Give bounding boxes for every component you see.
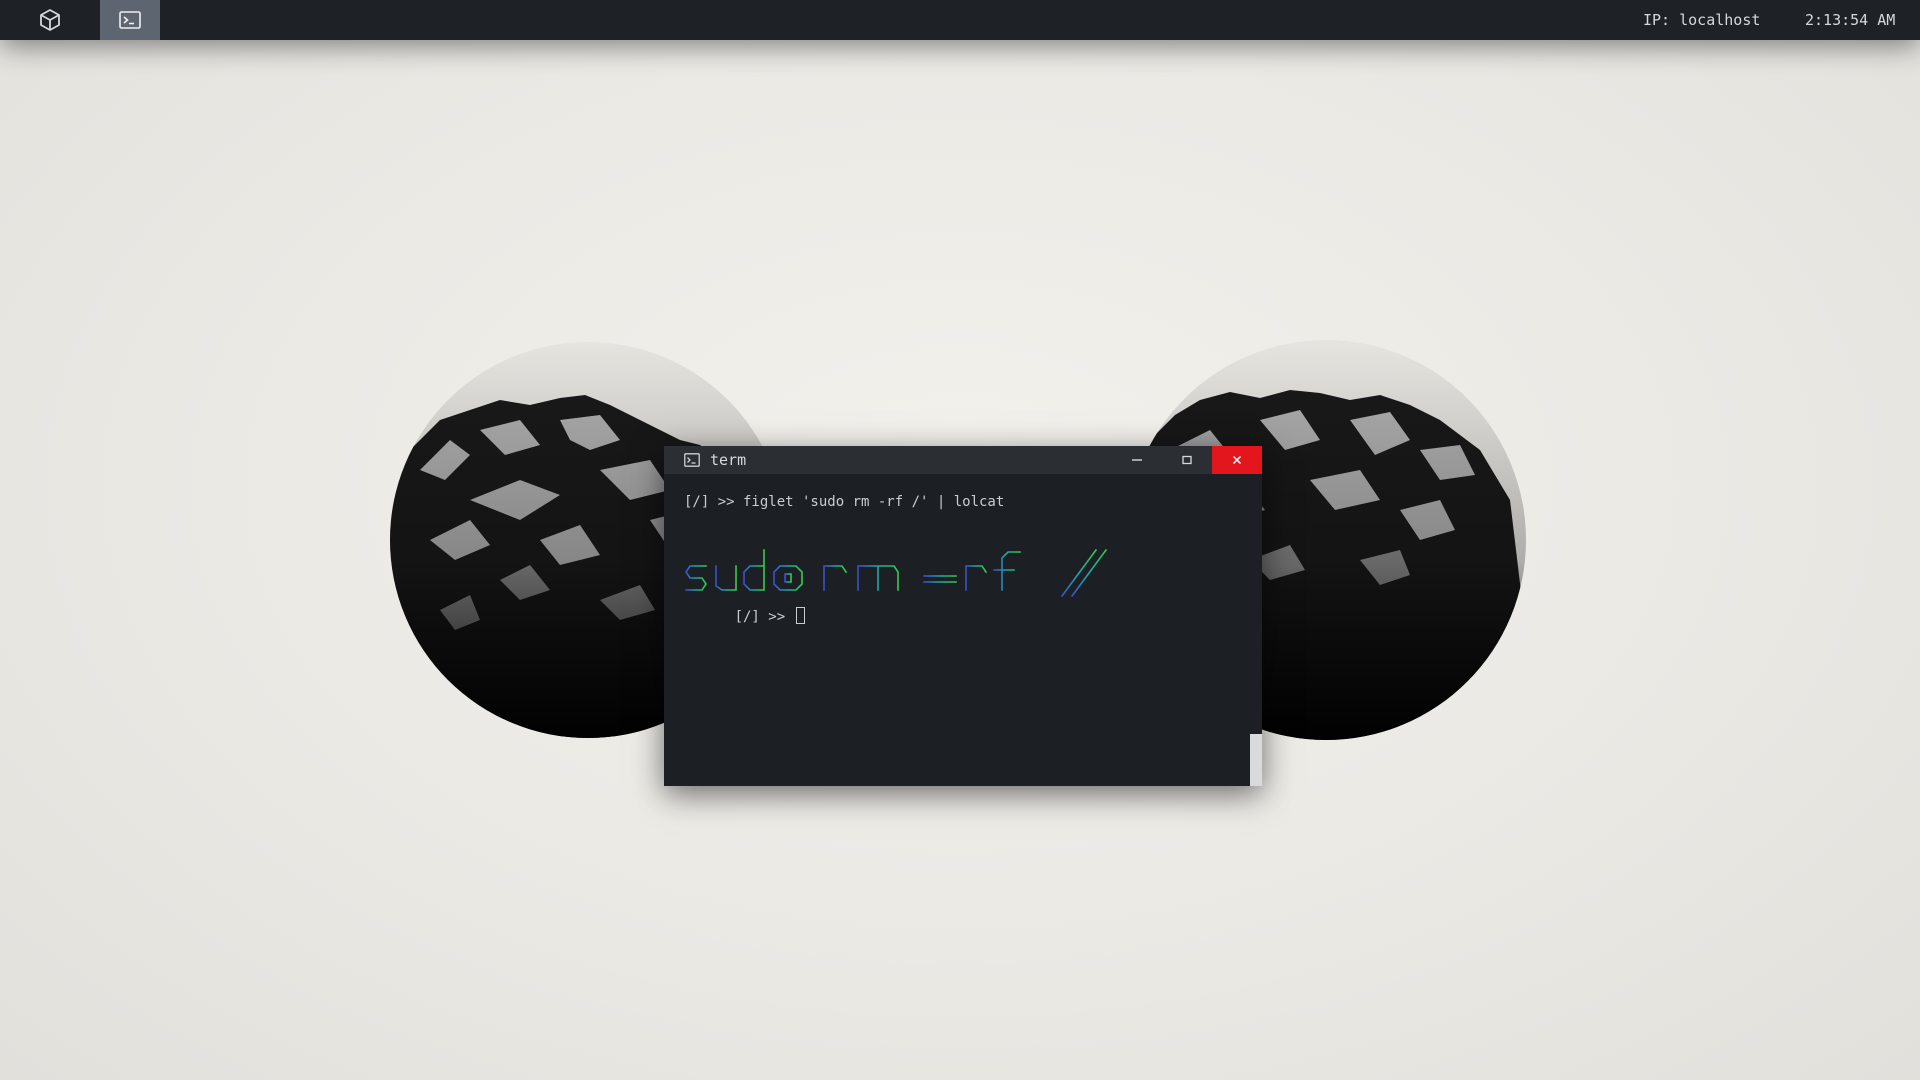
terminal-window[interactable]: term [/] >> figlet 'sudo rm -rf /' | lol… [664, 446, 1262, 786]
terminal-output[interactable]: [/] >> figlet 'sudo rm -rf /' | lolcat [… [664, 474, 1250, 786]
app-launcher-button[interactable] [0, 0, 100, 40]
prompt-line[interactable]: [/] >> [684, 591, 805, 641]
terminal-icon [684, 453, 700, 467]
taskbar-item-terminal[interactable] [100, 0, 160, 40]
window-titlebar[interactable]: term [664, 446, 1262, 474]
minimize-button[interactable] [1112, 446, 1162, 474]
close-icon [1232, 455, 1242, 465]
close-button[interactable] [1212, 446, 1262, 474]
maximize-button[interactable] [1162, 446, 1212, 474]
terminal-icon [119, 11, 141, 29]
top-panel: IP: localhost 2:13:54 AM [0, 0, 1920, 40]
text-cursor [795, 607, 805, 624]
minimize-icon [1132, 459, 1142, 461]
prompt: [/] >> [734, 609, 794, 625]
scrollbar[interactable] [1250, 474, 1262, 786]
clock: 2:13:54 AM [1805, 11, 1896, 29]
ip-address-label: IP: localhost [1643, 11, 1761, 29]
maximize-icon [1182, 455, 1192, 465]
window-title: term [710, 451, 747, 469]
command-line: [/] >> figlet 'sudo rm -rf /' | lolcat [684, 494, 1005, 510]
scrollbar-thumb[interactable] [1250, 734, 1262, 786]
cube-icon [40, 9, 60, 31]
